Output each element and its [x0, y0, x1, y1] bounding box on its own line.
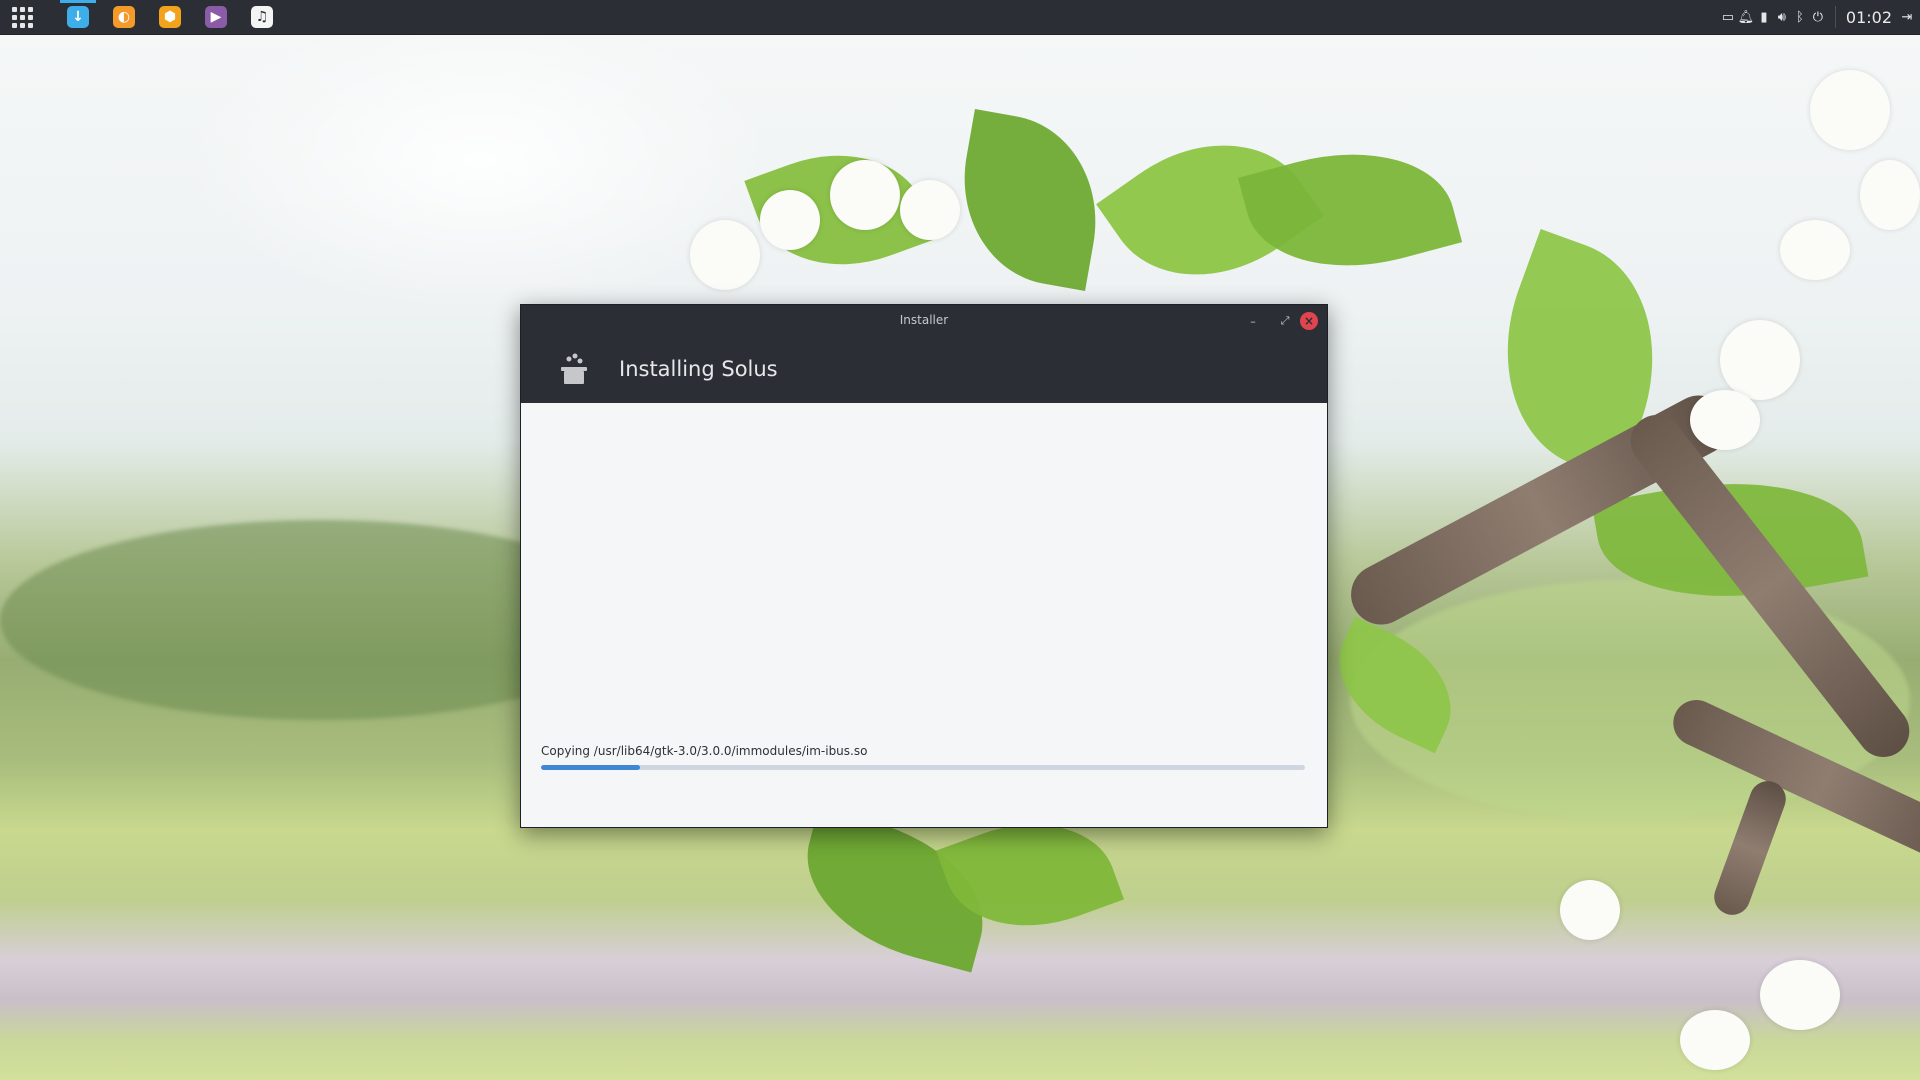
window-content: Copying /usr/lib64/gtk-3.0/3.0.0/immodul… [521, 403, 1327, 827]
firefox-icon: ◐ [113, 6, 135, 28]
power-icon[interactable]: ⏻ [1809, 0, 1827, 34]
rhythmbox-task[interactable]: ♫ [240, 0, 284, 34]
wallpaper-flower [1860, 160, 1920, 230]
wallpaper-leaf [947, 109, 1113, 291]
installer-icon: ↓ [67, 6, 89, 28]
wallpaper-flower [830, 160, 900, 230]
wallpaper-flower [760, 190, 820, 250]
wallpaper-flower [1810, 70, 1890, 150]
installer-box-icon [561, 353, 587, 384]
top-panel: ↓ ◐ ⬢ ▶ ♫ ▭ 🔔︎ ▮ 🔊︎ ᛒ ⏻ 01:02 ⇥ [0, 0, 1920, 35]
notification-icon[interactable]: 🔔︎ [1737, 0, 1755, 34]
gnome-mpv-icon: ▶ [205, 6, 227, 28]
install-status-text: Copying /usr/lib64/gtk-3.0/3.0.0/immodul… [541, 744, 868, 758]
wallpaper-flower [1690, 390, 1760, 450]
rhythmbox-icon: ♫ [251, 6, 273, 28]
wallpaper-flower [1720, 320, 1800, 400]
wallpaper-flower [1680, 1010, 1750, 1070]
page-title: Installing Solus [619, 357, 778, 381]
wallpaper-flower [1760, 960, 1840, 1030]
tray-separator [1834, 6, 1836, 28]
screen-icon[interactable]: ▭ [1719, 0, 1737, 34]
clock[interactable]: 01:02 [1846, 8, 1892, 27]
logout-icon[interactable]: ⇥ [1898, 0, 1916, 34]
window-title: Installer [899, 313, 949, 327]
firefox-task[interactable]: ◐ [102, 0, 146, 34]
installer-window: Installer – ⤢ × Installing Solus Copying… [520, 304, 1328, 828]
gnome-mpv-task[interactable]: ▶ [194, 0, 238, 34]
close-button[interactable]: × [1300, 312, 1318, 330]
hexchat-icon: ⬢ [159, 6, 181, 28]
wallpaper-flower [690, 220, 760, 290]
battery-icon[interactable]: ▮ [1755, 0, 1773, 34]
install-progress-bar [541, 765, 1305, 770]
app-menu-icon[interactable] [8, 3, 36, 31]
wallpaper-leaf [1237, 126, 1463, 294]
wallpaper-flower [1560, 880, 1620, 940]
install-progress-fill [541, 765, 641, 770]
system-tray: ▭ 🔔︎ ▮ 🔊︎ ᛒ ⏻ 01:02 ⇥ [1719, 0, 1920, 34]
window-titlebar[interactable]: Installer – ⤢ × Installing Solus [521, 305, 1327, 403]
task-list: ↓ ◐ ⬢ ▶ ♫ [54, 0, 284, 34]
minimize-button[interactable]: – [1244, 312, 1262, 330]
maximize-button[interactable]: ⤢ [1276, 312, 1294, 330]
wallpaper-flower [1780, 220, 1850, 280]
hexchat-task[interactable]: ⬢ [148, 0, 192, 34]
bluetooth-icon[interactable]: ᛒ [1791, 0, 1809, 34]
volume-icon[interactable]: 🔊︎ [1773, 0, 1791, 34]
wallpaper-flower [900, 180, 960, 240]
installer-task[interactable]: ↓ [56, 0, 100, 34]
